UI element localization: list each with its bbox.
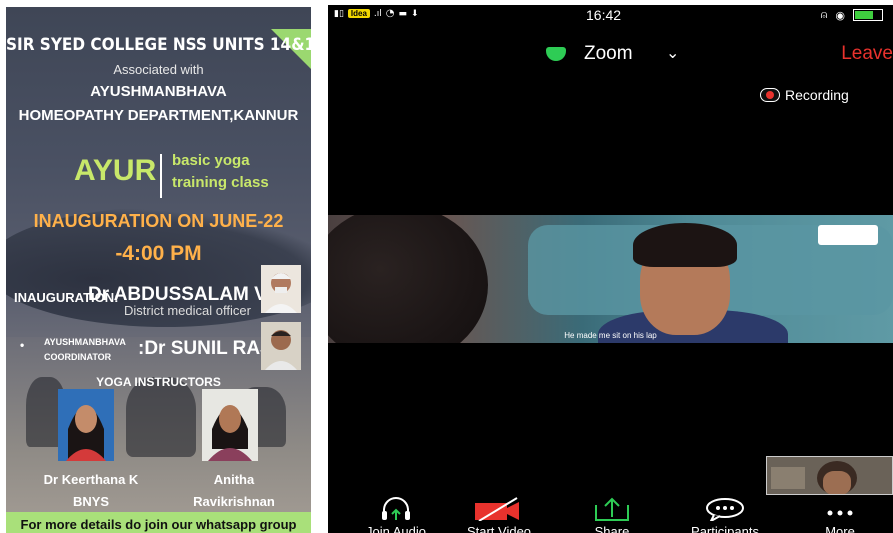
video-foreground-head [328,215,488,343]
share-icon [595,497,629,521]
instructor2-name: Anitha [213,472,255,487]
carrier-label: Idea [347,9,370,18]
zoom-meeting-screen: ▮▯ Idea .ıl ◔ ▬ ⬇ 16:42 ⍝ ◉ Zoom ⌄ Leave… [328,5,893,533]
yoga-instructors-heading: YOGA INSTRUCTORS [96,375,221,389]
encryption-shield-icon[interactable] [546,47,566,61]
start-video-button[interactable]: Start Video [449,497,549,533]
chat-icon [706,498,744,521]
record-icon [760,88,780,102]
poster-divider [160,154,162,198]
instructor1-photo [58,389,114,461]
more-label: More [825,524,855,533]
inaugurator-photo [261,265,301,313]
yoga-silhouette [126,377,196,457]
video-off-icon [475,497,519,521]
self-view-thumbnail[interactable] [766,456,893,495]
poster-org-line2: HOMEOPATHY DEPARTMENT,KANNUR [18,107,299,124]
more-button[interactable]: More [790,497,890,533]
poster-inauguration-time: -4:00 PM [115,242,202,265]
headphones-icon [382,497,410,520]
event-poster: SIR SYED COLLEGE NSS UNITS 14&15 Associa… [6,7,311,533]
instructor1-qualification: BNYS [72,494,110,509]
recording-label: Recording [785,87,849,103]
coordinator-label-line2: COORDINATOR [44,352,112,362]
inaugurator-role: District medical officer [124,303,251,318]
poster-org-line1: AYUSHMANBHAVA [90,83,227,100]
meeting-title[interactable]: Zoom [584,43,633,65]
more-icon [827,510,853,516]
chevron-down-icon[interactable]: ⌄ [666,43,679,62]
join-audio-button[interactable]: Join Audio [346,497,446,533]
share-button[interactable]: Share [562,497,662,533]
status-time: 16:42 [586,7,622,23]
video-subtitle: He made me sit on his lap [564,331,657,340]
status-right: ⍝ ◉ [821,8,883,22]
coordinator-name: :Dr SUNIL RAJ [138,338,271,359]
instructor2-photo [202,389,258,461]
instructor1-name: Dr Keerthana K [43,472,139,487]
camera-icon: ▬ [398,8,408,19]
recording-indicator: Recording [760,85,849,105]
meeting-toolbar: Join Audio Start Video Share Participant… [328,497,893,533]
self-view-background [771,467,805,489]
download-icon: ⬇ [411,8,419,19]
coordinator-photo [261,322,301,370]
poster-ayur-logo: AYUR [74,154,157,187]
shared-video[interactable]: He made me sit on his lap [328,215,893,343]
participants-button[interactable]: Participants [675,497,775,533]
notification-icon: ◔ [385,8,395,19]
leave-button[interactable]: Leave [841,43,893,65]
poster-subtitle-line2: training class [172,174,269,191]
video-channel-logo [818,225,878,245]
coordinator-bullet: • [20,338,25,352]
self-view-face [823,471,851,494]
instructor2-surname: Ravikrishnan [193,494,275,509]
poster-subtitle-line1: basic yoga [172,152,250,169]
alarm-icon: ⍝ [820,8,828,21]
poster-title: SIR SYED COLLEGE NSS UNITS 14&15 [6,35,311,55]
start-video-label: Start Video [466,524,532,533]
poster-associated-with: Associated with [113,62,204,77]
eye-icon: ◉ [835,8,845,22]
poster-inauguration-date: INAUGURATION ON JUNE-22 [33,211,284,231]
battery-icon [853,9,883,21]
phone-status-bar: ▮▯ Idea .ıl ◔ ▬ ⬇ 16:42 ⍝ ◉ [328,5,893,25]
participants-label: Participants [691,524,759,533]
coordinator-label-line1: AYUSHMANBHAVA [44,337,126,347]
poster-footer: For more details do join our whatsapp gr… [6,512,311,533]
signal-bars-icon: .ıl [373,8,382,19]
join-audio-label: Join Audio [366,524,426,533]
status-left: ▮▯ Idea .ıl ◔ ▬ ⬇ [334,8,419,19]
video-boy-hair [633,223,737,267]
signal-icon: ▮▯ [334,8,344,19]
share-label: Share [594,524,630,533]
